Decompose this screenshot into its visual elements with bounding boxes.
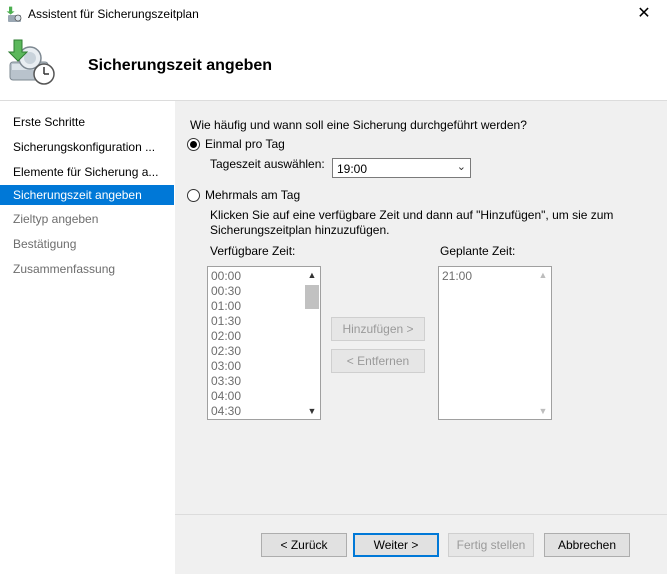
list-item[interactable]: 02:30 [211,344,241,359]
finish-button[interactable]: Fertig stellen [448,533,534,557]
backup-app-icon [6,6,22,22]
next-button[interactable]: Weiter > [353,533,439,557]
radio-multiple-per-day-label[interactable]: Mehrmals am Tag [205,188,300,202]
time-of-day-value: 19:00 [337,162,368,176]
list-item[interactable]: 04:00 [211,389,241,404]
chevron-down-icon[interactable]: ▼ [304,403,320,419]
footer-divider [175,514,667,515]
step-bestaetigung: Bestätigung [13,237,77,251]
window-title: Assistent für Sicherungszeitplan [28,7,199,21]
scrollbar-thumb[interactable] [305,285,319,309]
scheduled-times-scrollbar[interactable]: ▲ ▼ [535,267,551,419]
chevron-up-icon[interactable]: ▲ [304,267,320,283]
wizard-steps-sidebar: Erste Schritte Sicherungskonfiguration .… [0,101,174,574]
radio-once-per-day[interactable] [187,138,200,151]
wizard-header: Sicherungszeit angeben [0,30,667,101]
step-zusammenfassung: Zusammenfassung [13,262,116,276]
available-times-scrollbar[interactable]: ▲ ▼ [304,267,320,419]
radio-multiple-per-day[interactable] [187,189,200,202]
frequency-question: Wie häufig und wann soll eine Sicherung … [190,118,527,132]
scheduled-times-label: Geplante Zeit: [440,244,516,258]
step-elemente-fuer-sicherung[interactable]: Elemente für Sicherung a... [0,162,174,182]
available-times-list[interactable]: 00:00 00:30 01:00 01:30 02:00 02:30 03:0… [207,266,321,420]
cancel-button[interactable]: Abbrechen [544,533,630,557]
title-bar: Assistent für Sicherungszeitplan ✕ [0,0,667,30]
available-times-label: Verfügbare Zeit: [210,244,296,258]
list-item[interactable]: 03:00 [211,359,241,374]
list-item[interactable]: 21:00 [442,269,472,284]
list-item[interactable]: 00:30 [211,284,241,299]
add-time-button[interactable]: Hinzufügen > [331,317,425,341]
scheduled-times-list[interactable]: 21:00 ▲ ▼ [438,266,552,420]
radio-selected-dot [190,141,197,148]
radio-once-per-day-label[interactable]: Einmal pro Tag [205,137,285,151]
chevron-down-icon: ⌄ [456,161,466,173]
step-erste-schritte[interactable]: Erste Schritte [0,112,174,132]
instructions-line-1: Klicken Sie auf eine verfügbare Zeit und… [210,208,614,222]
wizard-content: Wie häufig und wann soll eine Sicherung … [175,101,667,574]
step-zieltyp-angeben: Zieltyp angeben [13,212,99,226]
list-item[interactable]: 01:00 [211,299,241,314]
time-of-day-select[interactable]: 19:00 ⌄ [332,158,471,178]
backup-clock-icon [7,39,55,85]
list-item[interactable]: 02:00 [211,329,241,344]
page-title: Sicherungszeit angeben [88,57,273,74]
list-item[interactable]: 04:30 [211,404,241,419]
chevron-up-icon[interactable]: ▲ [535,267,551,283]
chevron-down-icon[interactable]: ▼ [535,403,551,419]
close-icon: ✕ [637,5,651,22]
step-sicherungszeit-angeben[interactable]: Sicherungszeit angeben [0,185,174,205]
close-button[interactable]: ✕ [621,0,667,30]
list-item[interactable]: 01:30 [211,314,241,329]
list-item[interactable]: 00:00 [211,269,241,284]
instructions-line-2: Sicherungszeitplan hinzuzufügen. [210,223,390,237]
back-button[interactable]: < Zurück [261,533,347,557]
remove-time-button[interactable]: < Entfernen [331,349,425,373]
time-of-day-label: Tageszeit auswählen: [210,157,325,171]
list-item[interactable]: 03:30 [211,374,241,389]
step-sicherungskonfiguration[interactable]: Sicherungskonfiguration ... [0,137,174,157]
